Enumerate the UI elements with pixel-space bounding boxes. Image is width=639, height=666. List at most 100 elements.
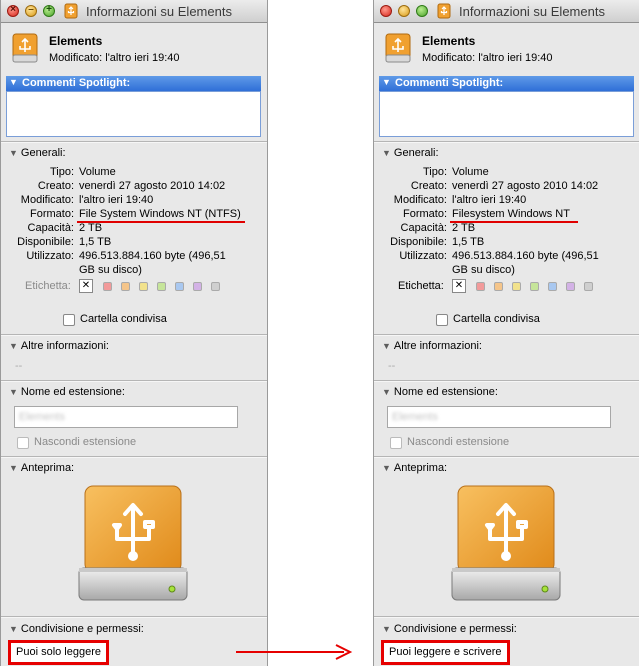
shared-folder-checkbox[interactable]: [436, 314, 448, 326]
minimize-button[interactable]: –: [25, 4, 37, 17]
sharing-section-header[interactable]: ▼ Condivisione e permessi:: [9, 623, 144, 635]
label-swatch-gray[interactable]: [211, 282, 220, 291]
spotlight-section-header[interactable]: ▼ Commenti Spotlight:: [379, 76, 634, 91]
label-swatch-green[interactable]: [157, 282, 166, 291]
permission-status-highlighted: Puoi leggere e scrivere: [381, 640, 510, 665]
usb-drive-icon: [78, 485, 188, 601]
disclosure-triangle-icon: ▼: [382, 387, 391, 397]
disclosure-triangle-icon: ▼: [9, 624, 18, 634]
preview-section-header[interactable]: ▼ Anteprima:: [382, 462, 447, 474]
modified-header: Modificato: l'altro ieri 19:40: [49, 52, 180, 64]
more-info-section-header[interactable]: ▼ Altre informazioni:: [382, 340, 482, 352]
kind-value: Volume: [79, 166, 116, 178]
info-window-read-write: Informazioni su Elements Elements Modifi…: [373, 0, 639, 666]
usb-drive-icon: [451, 485, 561, 601]
label-swatch-green[interactable]: [530, 282, 539, 291]
label-swatch-purple[interactable]: [193, 282, 202, 291]
label-swatch-yellow[interactable]: [512, 282, 521, 291]
general-label: Generali:: [20, 147, 66, 159]
format-key: Formato:: [402, 208, 447, 220]
label-none-swatch[interactable]: ✕: [452, 279, 466, 293]
title-bar[interactable]: Informazioni su Elements: [374, 0, 639, 23]
usb-drive-icon: [64, 3, 78, 19]
label-swatch-orange[interactable]: [494, 282, 503, 291]
usb-drive-icon: [437, 3, 451, 19]
zoom-button[interactable]: [416, 5, 428, 17]
general-section-header[interactable]: ▼ Generali:: [9, 147, 66, 159]
created-key: Creato:: [37, 180, 74, 192]
created-key: Creato:: [410, 180, 447, 192]
name-ext-section-header[interactable]: ▼ Nome ed estensione:: [9, 386, 125, 398]
spotlight-comments-field[interactable]: [379, 91, 634, 137]
more-info-value: --: [15, 360, 23, 372]
divider: [374, 380, 639, 382]
hide-extension-checkbox[interactable]: [17, 437, 29, 449]
shared-folder-checkbox[interactable]: [63, 314, 75, 326]
used-value-continued: GB su disco): [452, 264, 515, 276]
window-title: Informazioni su Elements: [459, 4, 605, 19]
name-field[interactable]: Elements: [14, 406, 238, 428]
name-field-value: Elements: [19, 411, 65, 423]
label-swatch-purple[interactable]: [566, 282, 575, 291]
name-field[interactable]: Elements: [387, 406, 611, 428]
divider: [374, 616, 639, 618]
divider: [1, 334, 267, 336]
label-swatch-red[interactable]: [103, 282, 112, 291]
modified-value: l'altro ieri 19:40: [452, 194, 527, 206]
preview-section-header[interactable]: ▼ Anteprima:: [9, 462, 74, 474]
used-value-continued: GB su disco): [79, 264, 142, 276]
title-bar[interactable]: × – + Informazioni su Elements: [1, 0, 267, 23]
disclosure-triangle-icon: ▼: [382, 77, 391, 87]
disclosure-triangle-icon: ▼: [9, 341, 18, 351]
spotlight-section-header[interactable]: ▼ Commenti Spotlight:: [6, 76, 261, 91]
close-button[interactable]: ×: [7, 4, 19, 17]
label-swatch-blue[interactable]: [548, 282, 557, 291]
divider: [374, 456, 639, 458]
more-info-label: Altre informazioni:: [20, 340, 109, 352]
available-value: 1,5 TB: [452, 236, 485, 248]
capacity-value: 2 TB: [452, 222, 476, 234]
modified-value: l'altro ieri 19:40: [79, 194, 154, 206]
divider: [374, 334, 639, 336]
capacity-value: 2 TB: [79, 222, 103, 234]
usb-drive-icon: [12, 33, 38, 63]
usb-drive-icon: [385, 33, 411, 63]
hide-extension-label: Nascondi estensione: [34, 436, 137, 448]
close-button[interactable]: [380, 5, 392, 17]
shared-folder-label: Cartella condivisa: [453, 313, 540, 325]
sharing-label: Condivisione e permessi:: [393, 623, 517, 635]
zoom-icon: +: [46, 4, 52, 15]
sharing-section-header[interactable]: ▼ Condivisione e permessi:: [382, 623, 517, 635]
divider: [1, 141, 267, 143]
created-value: venerdì 27 agosto 2010 14:02: [79, 180, 226, 192]
more-info-section-header[interactable]: ▼ Altre informazioni:: [9, 340, 109, 352]
label-swatch-gray[interactable]: [584, 282, 593, 291]
general-label: Generali:: [393, 147, 439, 159]
zoom-button[interactable]: +: [43, 4, 55, 17]
general-section-header[interactable]: ▼ Generali:: [382, 147, 439, 159]
label-swatch-red[interactable]: [476, 282, 485, 291]
name-ext-section-header[interactable]: ▼ Nome ed estensione:: [382, 386, 498, 398]
window-title: Informazioni su Elements: [86, 4, 232, 19]
disclosure-triangle-icon: ▼: [9, 148, 18, 158]
available-key: Disponibile:: [17, 236, 74, 248]
label-key: Etichetta:: [398, 280, 444, 292]
label-swatch-blue[interactable]: [175, 282, 184, 291]
hide-extension-checkbox[interactable]: [390, 437, 402, 449]
kind-key: Tipo:: [49, 166, 74, 178]
capacity-key: Capacità:: [400, 222, 447, 234]
name-field-value: Elements: [392, 411, 438, 423]
label-swatch-orange[interactable]: [121, 282, 130, 291]
disclosure-triangle-icon: ▼: [9, 77, 18, 87]
item-name: Elements: [422, 34, 476, 48]
spotlight-comments-field[interactable]: [6, 91, 261, 137]
minimize-button[interactable]: [398, 5, 410, 17]
label-none-swatch[interactable]: ✕: [79, 279, 93, 293]
spotlight-label: Commenti Spotlight:: [22, 77, 131, 89]
more-info-label: Altre informazioni:: [393, 340, 482, 352]
modified-key: Modificato:: [393, 194, 447, 206]
permission-status-highlighted: Puoi solo leggere: [8, 640, 110, 665]
used-value: 496.513.884.160 byte (496,51: [79, 250, 226, 262]
divider: [1, 380, 267, 382]
label-swatch-yellow[interactable]: [139, 282, 148, 291]
